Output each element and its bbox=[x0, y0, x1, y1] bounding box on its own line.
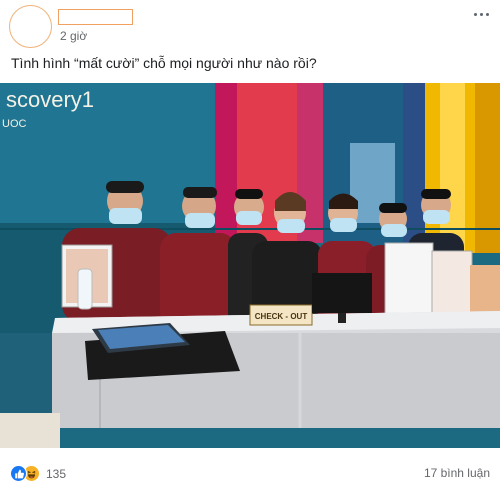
hotel-sign-subtext: UOC bbox=[2, 118, 27, 130]
reception-desk-photo: scovery1 UOC CHECK - OUT bbox=[0, 83, 500, 448]
more-options-button[interactable] bbox=[470, 6, 492, 22]
reaction-count[interactable]: 135 bbox=[46, 467, 66, 481]
author-name[interactable] bbox=[58, 9, 133, 25]
post-caption: Tình hình “mất cười” chỗ mọi người như n… bbox=[11, 55, 317, 71]
comments-count-link[interactable]: 17 bình luận bbox=[424, 466, 490, 480]
check-out-sign: CHECK - OUT bbox=[255, 312, 308, 321]
hotel-sign-text: scovery1 bbox=[6, 87, 94, 112]
dot bbox=[479, 12, 483, 16]
post-photo[interactable]: scovery1 UOC CHECK - OUT bbox=[0, 83, 500, 448]
author-avatar[interactable] bbox=[9, 5, 52, 48]
author-name-text[interactable] bbox=[59, 10, 132, 24]
facebook-post: 2 giờ Tình hình “mất cười” chỗ mọi người… bbox=[0, 0, 500, 487]
reactions-summary[interactable]: 135 bbox=[10, 465, 66, 482]
dot bbox=[473, 12, 477, 16]
dot bbox=[485, 12, 489, 16]
post-timestamp[interactable]: 2 giờ bbox=[60, 29, 87, 43]
like-icon bbox=[10, 465, 27, 482]
